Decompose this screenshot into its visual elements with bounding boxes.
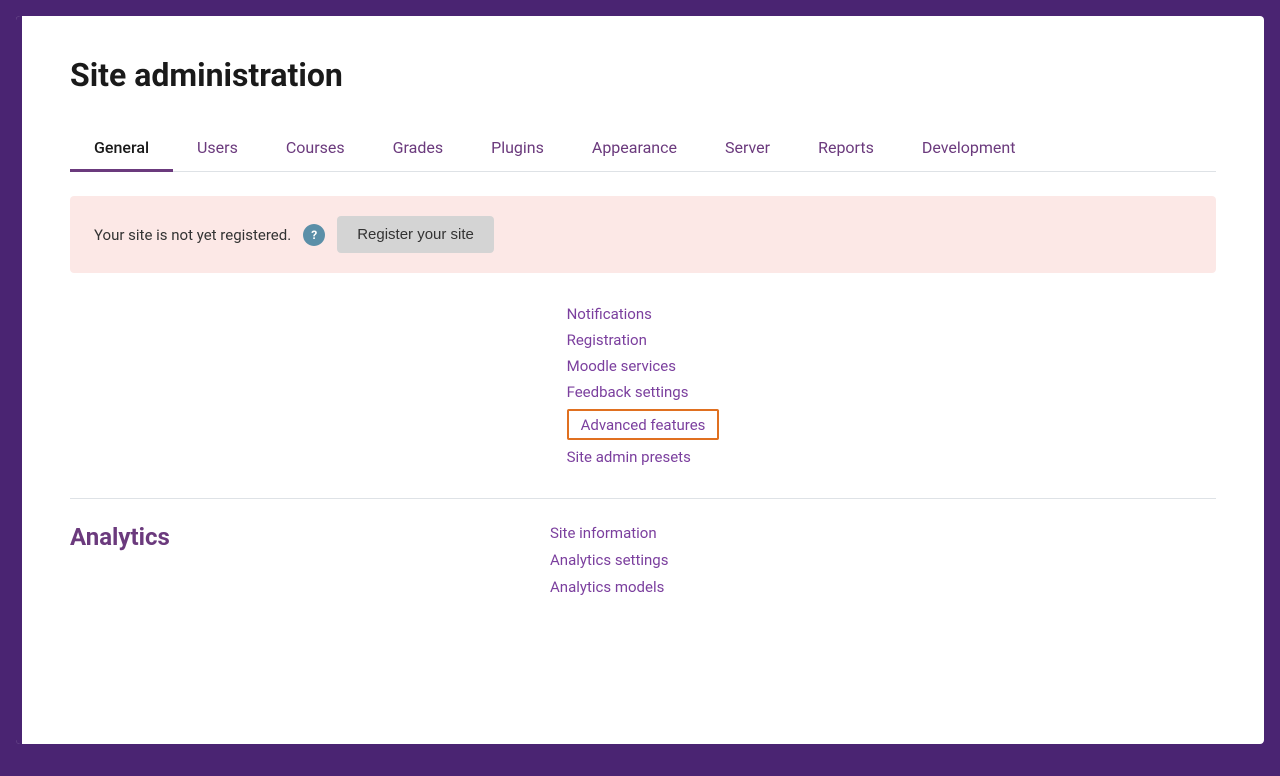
tab-development[interactable]: Development	[898, 126, 1040, 172]
list-item: Site information	[550, 523, 1216, 542]
link-site-admin-presets[interactable]: Site admin presets	[567, 448, 691, 466]
link-feedback-settings[interactable]: Feedback settings	[567, 383, 689, 401]
link-advanced-features-wrapper: Advanced features	[567, 409, 720, 440]
tab-grades[interactable]: Grades	[369, 126, 467, 172]
tab-general[interactable]: General	[70, 126, 173, 172]
analytics-links-list: Site information Analytics settings Anal…	[550, 523, 1216, 596]
link-moodle-services[interactable]: Moodle services	[567, 357, 676, 375]
analytics-right: Site information Analytics settings Anal…	[550, 523, 1216, 596]
banner-text: Your site is not yet registered.	[94, 226, 291, 244]
analytics-section: Analytics Site information Analytics set…	[70, 523, 1216, 596]
page-title: Site administration	[70, 56, 1216, 94]
link-registration[interactable]: Registration	[567, 331, 647, 349]
list-item: Analytics settings	[550, 550, 1216, 569]
link-advanced-features[interactable]: Advanced features	[581, 416, 706, 434]
link-notifications[interactable]: Notifications	[567, 305, 652, 323]
link-analytics-settings[interactable]: Analytics settings	[550, 551, 668, 569]
link-site-information[interactable]: Site information	[550, 524, 657, 542]
tabs-navigation: General Users Courses Grades Plugins App…	[70, 126, 1216, 172]
tab-courses[interactable]: Courses	[262, 126, 369, 172]
general-links-column: Notifications Registration Moodle servic…	[567, 305, 720, 466]
tab-plugins[interactable]: Plugins	[467, 126, 568, 172]
tab-server[interactable]: Server	[701, 126, 794, 172]
tab-reports[interactable]: Reports	[794, 126, 898, 172]
help-icon[interactable]: ?	[303, 224, 325, 246]
link-analytics-models[interactable]: Analytics models	[550, 578, 664, 596]
register-site-button[interactable]: Register your site	[337, 216, 494, 253]
list-item: Analytics models	[550, 577, 1216, 596]
general-links-area: Notifications Registration Moodle servic…	[70, 305, 1216, 466]
analytics-section-title: Analytics	[70, 523, 550, 551]
analytics-left: Analytics	[70, 523, 550, 559]
tab-appearance[interactable]: Appearance	[568, 126, 701, 172]
section-divider	[70, 498, 1216, 499]
tab-users[interactable]: Users	[173, 126, 262, 172]
registration-banner: Your site is not yet registered. ? Regis…	[70, 196, 1216, 273]
